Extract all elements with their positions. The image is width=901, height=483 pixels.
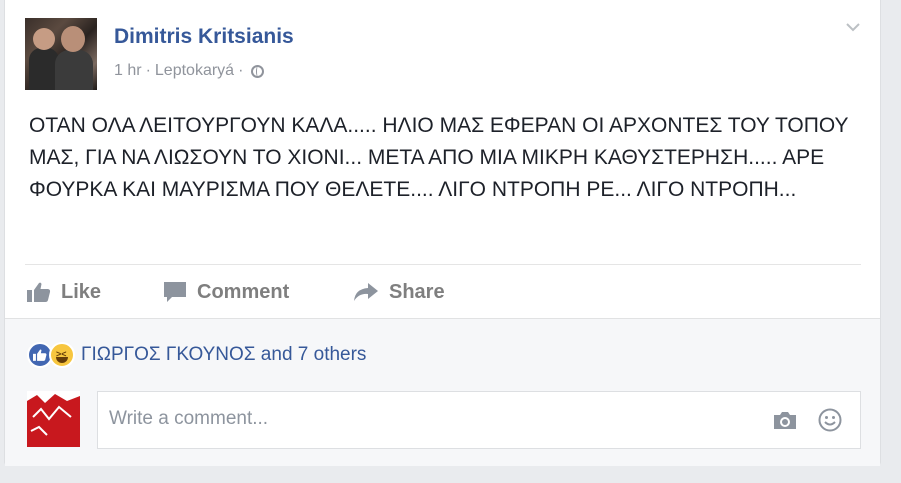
post-timestamp[interactable]: 1 hr <box>114 62 142 80</box>
post-card: Dimitris Kritsianis 1 hr · Leptokaryá · … <box>4 0 881 466</box>
commenter-avatar[interactable] <box>27 391 80 447</box>
chevron-down-icon[interactable] <box>846 20 860 34</box>
author-avatar[interactable] <box>25 18 97 90</box>
thumbs-up-icon <box>27 282 51 302</box>
actions-divider <box>25 264 861 265</box>
meta-separator: · <box>145 62 151 79</box>
share-label: Share <box>389 280 445 303</box>
smiley-icon[interactable] <box>818 408 842 432</box>
social-section: >< ΓΙΩΡΓΟΣ ΓΚΟΥΝΟΣ and 7 others Write a … <box>5 318 880 466</box>
globe-icon[interactable] <box>251 64 265 78</box>
comment-label: Comment <box>197 280 290 303</box>
meta-separator-2: · <box>238 62 244 79</box>
comment-button[interactable]: Comment <box>163 275 289 309</box>
camera-icon[interactable] <box>772 410 798 430</box>
like-button[interactable]: Like <box>27 275 101 309</box>
share-icon <box>354 283 378 301</box>
haha-reaction-icon: >< <box>49 342 75 368</box>
author-name[interactable]: Dimitris Kritsianis <box>114 25 294 49</box>
comment-input[interactable]: Write a comment... <box>97 391 861 449</box>
share-button[interactable]: Share <box>353 275 445 309</box>
comment-icon <box>164 282 186 302</box>
reaction-names-link[interactable]: ΓΙΩΡΓΟΣ ΓΚΟΥΝΟΣ and 7 others <box>81 344 366 366</box>
post-text: ΟΤΑΝ ΟΛΑ ΛΕΙΤΟΥΡΓΟΥΝ ΚΑΛΑ..... ΗΛΙΟ ΜΑΣ … <box>29 114 849 201</box>
post-location[interactable]: Leptokaryá <box>155 62 234 80</box>
post-actions: Like Comment Share <box>25 275 861 309</box>
comment-placeholder: Write a comment... <box>109 408 269 429</box>
like-label: Like <box>61 280 102 303</box>
post-header: Dimitris Kritsianis 1 hr · Leptokaryá · <box>25 18 865 90</box>
post-meta: 1 hr · Leptokaryá · <box>114 62 265 80</box>
reactions-summary[interactable]: >< ΓΙΩΡΓΟΣ ΓΚΟΥΝΟΣ and 7 others <box>27 342 366 368</box>
